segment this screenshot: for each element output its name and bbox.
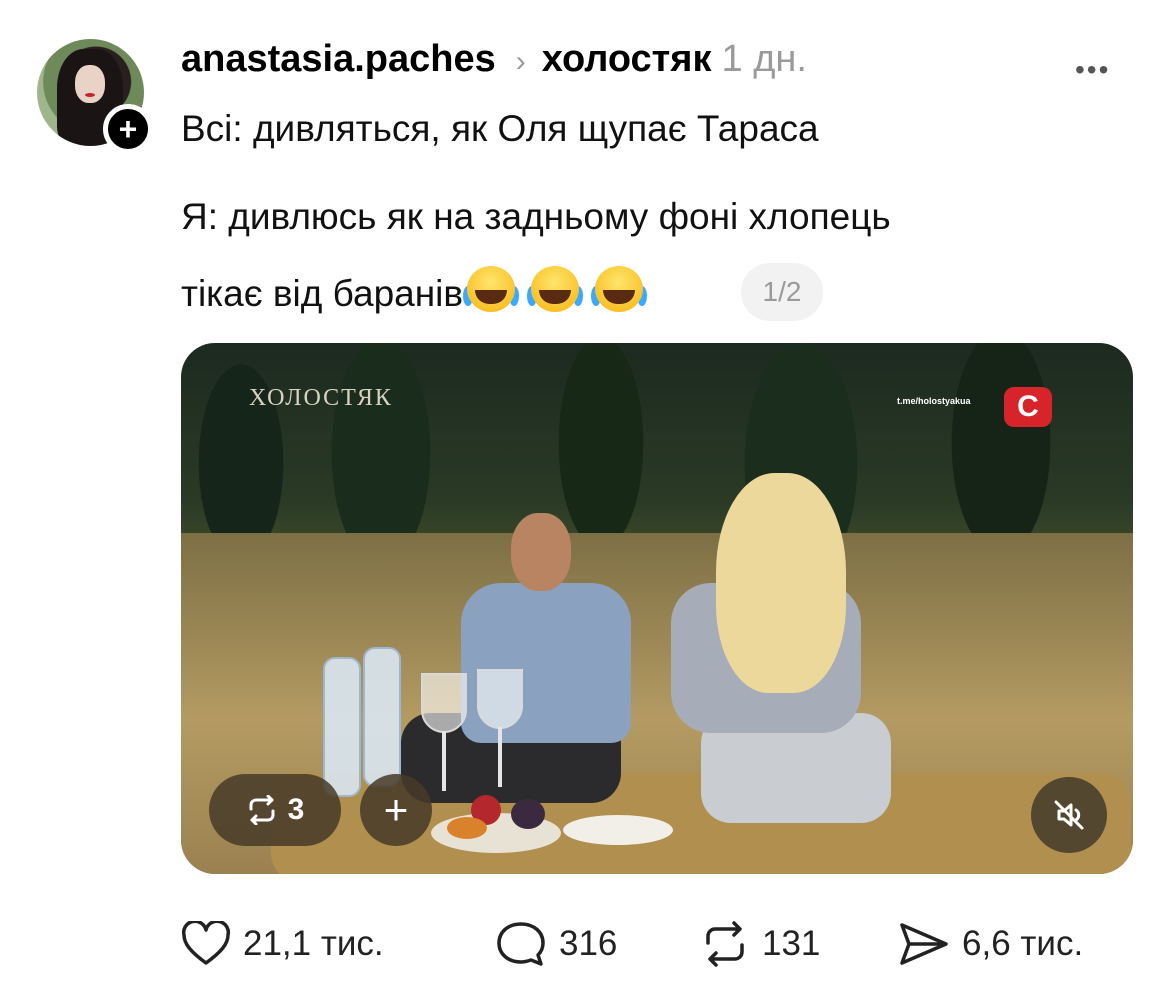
wine-glass [477,669,523,789]
avatar-lips [85,93,95,97]
action-bar: 21,1 тис. 316 131 6,6 тис. [0,914,1170,974]
laughing-tears-emoji-icon [527,264,584,314]
add-plus-button[interactable]: + [360,774,432,846]
follow-plus-icon[interactable]: + [103,104,153,154]
author-username[interactable]: anastasia.paches [181,38,496,81]
like-button[interactable]: 21,1 тис. [181,914,384,974]
like-count: 21,1 тис. [243,924,384,963]
share-button[interactable]: 6,6 тис. [898,914,1083,974]
repost-button[interactable]: 131 [700,914,820,974]
fruit [447,817,487,839]
repost-count-total: 131 [762,924,821,963]
chevron-right-icon: › [515,45,526,78]
man-figure [401,513,641,803]
show-logo: ХОЛОСТЯК [249,385,393,411]
laughing-tears-emoji-icon [463,264,520,314]
telegram-link: t.me/holostyakua [897,396,971,406]
post-text-line-1: Всі: дивляться, як Оля щупає Тараса [181,108,819,149]
avatar-face [75,65,105,103]
grapes [511,799,545,829]
repost-icon [700,921,750,967]
post-time: 1 дн. [721,38,807,80]
post-header: anastasia.paches › холостяк 1 дн. [181,38,807,84]
channel-logo: C [1004,387,1052,427]
wine-glass [421,673,467,793]
post-text-line-3-wrap: тікає від баранів [181,264,655,315]
media-pager: 1/2 [741,263,823,321]
post-text-line-2: Я: дивлюсь як на задньому фоні хлопець [181,196,891,237]
repost-icon [246,795,278,825]
water-bottle [363,647,401,787]
laughing-tears-emoji-icon [591,264,648,314]
water-bottle [323,657,361,797]
reply-count: 316 [559,924,618,963]
repost-count: 3 [287,793,305,826]
reply-button[interactable]: 316 [495,914,617,974]
muted-speaker-icon[interactable] [1031,777,1107,853]
video-media[interactable]: ХОЛОСТЯК t.me/holostyakua C 3 + [181,343,1133,874]
comment-bubble-icon [495,920,547,968]
repost-count-button[interactable]: 3 [209,774,341,846]
send-icon [898,921,950,967]
woman-figure [641,473,901,823]
post-text-line-3: тікає від баранів [181,273,464,314]
more-ellipsis-icon[interactable]: ••• [1075,54,1110,86]
heart-icon [181,921,231,967]
cheese-plate [563,815,673,845]
topic-tag[interactable]: холостяк [542,38,712,81]
share-count: 6,6 тис. [962,924,1084,963]
